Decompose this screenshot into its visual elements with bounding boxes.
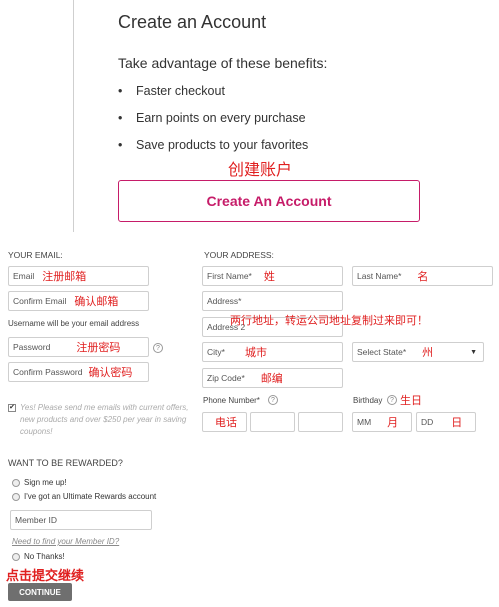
zip-annotation: 邮编 — [260, 372, 283, 385]
find-member-id-link[interactable]: Need to find your Member ID? — [12, 537, 119, 546]
first-name-field[interactable]: First Name* 姓 — [202, 266, 343, 286]
phone-prefix-field[interactable] — [250, 412, 295, 432]
vertical-divider — [73, 0, 74, 232]
phone-line-field[interactable] — [298, 412, 343, 432]
address-annotation: 两行地址，转运公司地址复制过来即可！ — [230, 314, 428, 327]
create-account-button[interactable]: Create An Account — [118, 180, 420, 222]
confirm-password-field[interactable]: Confirm Password 确认密码 — [8, 362, 149, 382]
confirm-password-annotation: 确认密码 — [88, 366, 133, 379]
state-select[interactable]: Select State* 州 ▼ — [352, 342, 484, 362]
birthday-annotation: 生日 — [400, 394, 422, 407]
birth-month-field[interactable]: MM 月 — [352, 412, 412, 432]
email-section-heading: YOUR EMAIL: — [8, 250, 63, 260]
chevron-down-icon: ▼ — [470, 348, 477, 356]
page-title: Create an Account — [118, 12, 267, 32]
address-section-heading: YOUR ADDRESS: — [204, 250, 274, 260]
phone-annotation: 电话 — [215, 416, 237, 429]
signup-label: Sign me up! — [24, 478, 67, 487]
password-field[interactable]: Password 注册密码 — [8, 337, 149, 357]
zip-field[interactable]: Zip Code* 邮编 — [202, 368, 343, 388]
city-field[interactable]: City* 城市 — [202, 342, 343, 362]
first-name-annotation: 姓 — [263, 270, 275, 283]
last-name-annotation: 名 — [417, 270, 429, 283]
username-note: Username will be your email address — [8, 319, 140, 328]
optin-checkbox[interactable]: ✔ — [8, 404, 16, 412]
have-account-radio[interactable] — [12, 493, 20, 501]
birthday-label: Birthday — [353, 396, 383, 405]
member-id-field[interactable]: Member ID — [10, 510, 152, 530]
address-field[interactable]: Address* — [202, 291, 343, 311]
bullet-icon: • — [118, 111, 123, 125]
continue-button[interactable]: CONTINUE — [8, 583, 72, 601]
city-annotation: 城市 — [244, 346, 267, 359]
help-icon[interactable]: ? — [387, 395, 397, 405]
no-thanks-radio[interactable] — [12, 553, 20, 561]
help-icon[interactable]: ? — [153, 343, 163, 353]
optin-text: Yes! Please send me emails with current … — [20, 403, 189, 436]
confirm-email-annotation: 确认邮箱 — [74, 295, 119, 308]
state-annotation: 州 — [422, 346, 434, 359]
create-account-annotation: 创建账户 — [228, 160, 293, 179]
day-annotation: 日 — [451, 416, 463, 429]
benefits-heading: Take advantage of these benefits: — [118, 55, 328, 71]
last-name-field[interactable]: Last Name* 名 — [352, 266, 493, 286]
no-thanks-label: No Thanks! — [24, 552, 65, 561]
bullet-icon: • — [118, 84, 123, 98]
phone-label: Phone Number* — [203, 396, 260, 405]
help-icon[interactable]: ? — [268, 395, 278, 405]
confirm-email-field[interactable]: Confirm Email 确认邮箱 — [8, 291, 149, 311]
email-field[interactable]: Email 注册邮箱 — [8, 266, 149, 286]
rewards-heading: WANT TO BE REWARDED? — [8, 458, 123, 468]
benefit-item: • Save products to your favorites — [118, 138, 309, 152]
benefit-item: • Faster checkout — [118, 84, 225, 98]
signup-radio[interactable] — [12, 479, 20, 487]
month-annotation: 月 — [387, 416, 399, 429]
have-account-label: I've got an Ultimate Rewards account — [24, 492, 157, 501]
birth-day-field[interactable]: DD 日 — [416, 412, 476, 432]
benefit-item: • Earn points on every purchase — [118, 111, 306, 125]
submit-annotation: 点击提交继续 — [6, 569, 85, 584]
bullet-icon: • — [118, 138, 123, 152]
email-annotation: 注册邮箱 — [42, 270, 87, 283]
password-annotation: 注册密码 — [76, 341, 121, 354]
phone-area-field[interactable]: 电话 — [202, 412, 247, 432]
